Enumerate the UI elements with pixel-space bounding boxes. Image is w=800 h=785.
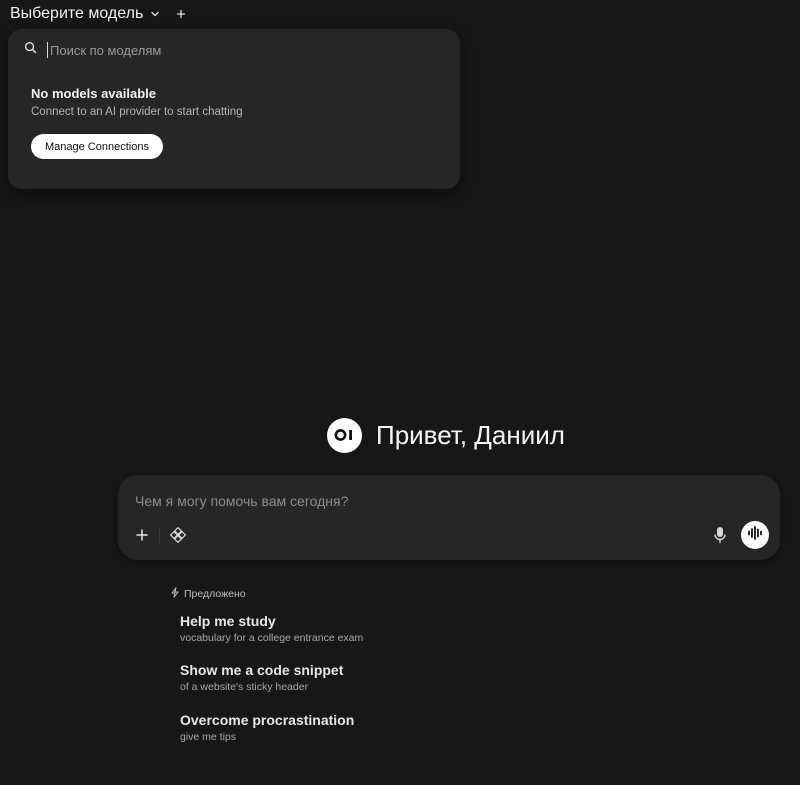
greeting: Привет, Даниил [327,417,565,453]
search-icon [24,41,37,59]
microphone-icon[interactable] [710,525,730,545]
empty-state-title: No models available [31,86,156,101]
tools-icon[interactable] [168,525,188,545]
lightning-icon [170,587,180,601]
suggestion-title[interactable]: Overcome procrastination [180,712,354,728]
suggestion-item[interactable]: Show me a code snippet of a website's st… [180,662,343,693]
voice-waveform-icon [747,525,763,545]
chat-page: Выберите модель No models available Conn… [0,0,800,785]
empty-state-subtitle: Connect to an AI provider to start chatt… [31,106,243,118]
greeting-text: Привет, Даниил [376,419,565,450]
suggestion-title[interactable]: Show me a code snippet [180,662,343,678]
suggestion-title[interactable]: Help me study [180,613,363,629]
model-search-row [24,41,427,59]
message-composer [118,475,780,560]
open-webui-logo [327,417,362,453]
suggestion-subtitle[interactable]: of a website's sticky header [180,681,343,693]
model-selector-label[interactable]: Выберите модель [10,5,143,23]
model-selector[interactable]: Выберите модель [10,4,187,24]
model-search-input[interactable] [47,42,427,58]
voice-mode-button[interactable] [741,521,769,549]
message-input[interactable] [135,491,735,511]
suggestion-subtitle[interactable]: give me tips [180,731,354,743]
suggestion-item[interactable]: Help me study vocabulary for a college e… [180,613,363,644]
model-dropdown: No models available Connect to an AI pro… [8,29,460,189]
suggestion-subtitle[interactable]: vocabulary for a college entrance exam [180,632,363,644]
chevron-down-icon[interactable] [149,8,161,20]
add-model-plus-icon[interactable] [175,8,187,20]
toolbar-divider [159,527,160,543]
manage-connections-button[interactable]: Manage Connections [31,134,163,159]
suggestions-header-label: Предложено [184,588,246,600]
suggestions-header: Предложено [170,587,246,601]
suggestion-item[interactable]: Overcome procrastination give me tips [180,712,354,743]
attach-plus-icon[interactable] [132,525,152,545]
